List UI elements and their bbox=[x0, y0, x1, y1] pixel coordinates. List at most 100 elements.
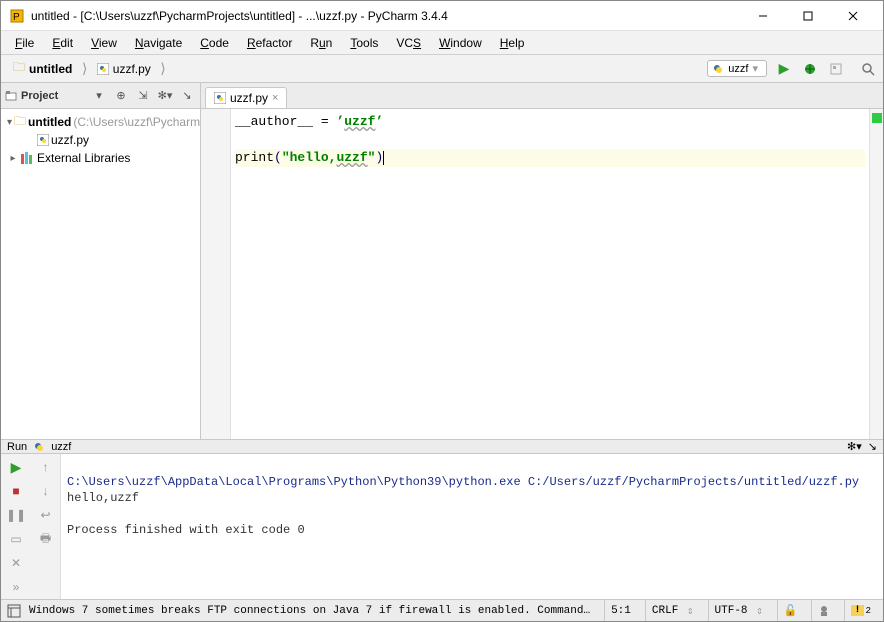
titlebar-text: untitled - [C:\Users\uzzf\PycharmProject… bbox=[31, 9, 740, 23]
collapse-all-button[interactable]: ⇲ bbox=[134, 87, 152, 105]
menu-refactor[interactable]: Refactor bbox=[239, 34, 300, 52]
hide-button[interactable]: ↘ bbox=[178, 87, 196, 105]
svg-text:P: P bbox=[13, 12, 20, 23]
run-panel-title: Run bbox=[7, 441, 27, 453]
project-tool-window: Project ▾ ⊕ ⇲ ✻▾ ↘ ▾🗀untitled (C:\Users\… bbox=[1, 83, 201, 439]
project-tree[interactable]: ▾🗀untitled (C:\Users\uzzf\Pycharm uzzf.p… bbox=[1, 109, 200, 439]
main-area: Project ▾ ⊕ ⇲ ✻▾ ↘ ▾🗀untitled (C:\Users\… bbox=[1, 83, 883, 439]
status-message: Windows 7 sometimes breaks FTP connectio… bbox=[29, 605, 596, 617]
tool-windows-button[interactable] bbox=[7, 604, 21, 618]
close-button[interactable]: ✕ bbox=[7, 554, 25, 572]
breadcrumb: 🗀 untitled uzzf.py bbox=[7, 56, 169, 81]
run-config-label: uzzf bbox=[728, 63, 748, 75]
menu-code[interactable]: Code bbox=[192, 34, 237, 52]
run-left-toolbar: ▶ ■ ❚❚ ▭ ✕ » bbox=[1, 454, 31, 600]
menu-view[interactable]: View bbox=[83, 34, 125, 52]
project-icon bbox=[5, 90, 17, 102]
console-stdout: hello,uzzf bbox=[67, 491, 139, 505]
statusbar: Windows 7 sometimes breaks FTP connectio… bbox=[1, 599, 883, 621]
python-file-icon bbox=[214, 92, 226, 104]
notifications-icon[interactable]: !2 bbox=[844, 600, 877, 621]
warning-count: 2 bbox=[866, 605, 872, 616]
up-button[interactable]: ↑ bbox=[37, 458, 55, 476]
settings-icon[interactable]: ✻▾ bbox=[847, 440, 862, 453]
menu-window[interactable]: Window bbox=[431, 34, 490, 52]
python-icon bbox=[712, 63, 724, 75]
run-body: ▶ ■ ❚❚ ▭ ✕ » ↑ ↓ ↩ 🖶 C:\Users\uzzf\AppDa… bbox=[1, 454, 883, 600]
menu-vcs[interactable]: VCS bbox=[388, 34, 429, 52]
rerun-button[interactable]: ▶ bbox=[7, 458, 25, 476]
console-command: C:\Users\uzzf\AppData\Local\Programs\Pyt… bbox=[67, 475, 859, 489]
close-button[interactable] bbox=[830, 2, 875, 30]
editor-tab[interactable]: uzzf.py × bbox=[205, 87, 287, 108]
editor-tabbar: uzzf.py × bbox=[201, 83, 883, 109]
app-icon: P bbox=[9, 8, 25, 24]
console-exit: Process finished with exit code 0 bbox=[67, 523, 305, 537]
dropdown-icon: ▾ bbox=[752, 62, 758, 75]
menu-help[interactable]: Help bbox=[492, 34, 533, 52]
settings-button[interactable]: ✻▾ bbox=[156, 87, 174, 105]
folder-icon: 🗀 bbox=[14, 112, 26, 133]
project-panel-title: Project bbox=[21, 90, 86, 102]
scroll-from-source-button[interactable]: ⊕ bbox=[112, 87, 130, 105]
menubar: File Edit View Navigate Code Refactor Ru… bbox=[1, 31, 883, 55]
caret-position[interactable]: 5:1 bbox=[604, 600, 637, 621]
tree-label: uzzf.py bbox=[51, 133, 89, 147]
run-config-dropdown[interactable]: uzzf ▾ bbox=[707, 60, 767, 77]
view-mode-dropdown[interactable]: ▾ bbox=[90, 87, 108, 105]
warning-badge: ! bbox=[851, 605, 863, 616]
hector-icon[interactable] bbox=[811, 600, 836, 621]
line-separator[interactable]: CRLF ⇕ bbox=[645, 600, 700, 621]
maximize-button[interactable] bbox=[785, 2, 830, 30]
window-controls bbox=[740, 2, 875, 30]
read-only-toggle[interactable]: 🔓 bbox=[777, 600, 804, 621]
breadcrumb-label: untitled bbox=[29, 62, 72, 76]
down-button[interactable]: ↓ bbox=[37, 482, 55, 500]
editor-gutter bbox=[201, 109, 231, 439]
debug-button[interactable] bbox=[801, 60, 819, 78]
breadcrumb-project[interactable]: 🗀 untitled bbox=[7, 56, 78, 81]
run-right-toolbar: ↑ ↓ ↩ 🖶 bbox=[31, 454, 61, 600]
libraries-icon bbox=[21, 152, 35, 164]
print-button[interactable]: 🖶 bbox=[37, 530, 55, 548]
pause-button[interactable]: ❚❚ bbox=[7, 506, 25, 524]
hide-icon[interactable]: ↘ bbox=[868, 440, 877, 453]
editor-body[interactable]: __author__ = ’uzzf’ print("hello,uzzf") bbox=[201, 109, 883, 439]
breadcrumb-sep bbox=[157, 61, 169, 77]
menu-file[interactable]: File bbox=[7, 34, 42, 52]
layout-button[interactable]: ▭ bbox=[7, 530, 25, 548]
breadcrumb-label: uzzf.py bbox=[113, 62, 151, 76]
folder-icon: 🗀 bbox=[13, 58, 25, 79]
navigation-toolbar: 🗀 untitled uzzf.py uzzf ▾ ▶ bbox=[1, 55, 883, 83]
tree-row[interactable]: ▾🗀untitled (C:\Users\uzzf\Pycharm bbox=[1, 113, 200, 131]
menu-navigate[interactable]: Navigate bbox=[127, 34, 190, 52]
menu-run[interactable]: Run bbox=[302, 34, 340, 52]
breadcrumb-file[interactable]: uzzf.py bbox=[91, 60, 157, 78]
tree-twisty[interactable]: ▸ bbox=[7, 153, 19, 164]
stop-button[interactable]: ■ bbox=[7, 482, 25, 500]
console-output[interactable]: C:\Users\uzzf\AppData\Local\Programs\Pyt… bbox=[61, 454, 883, 600]
tree-label: untitled bbox=[28, 115, 71, 129]
minimize-button[interactable] bbox=[740, 2, 785, 30]
file-encoding[interactable]: UTF-8 ⇕ bbox=[708, 600, 769, 621]
python-file-icon bbox=[37, 134, 49, 146]
tree-twisty[interactable]: ▾ bbox=[7, 117, 12, 128]
menu-tools[interactable]: Tools bbox=[342, 34, 386, 52]
coverage-button[interactable] bbox=[827, 60, 845, 78]
run-panel-header: Run uzzf ✻▾ ↘ bbox=[1, 440, 883, 454]
run-button[interactable]: ▶ bbox=[775, 60, 793, 78]
search-everywhere-button[interactable] bbox=[859, 60, 877, 78]
expand-button[interactable]: » bbox=[7, 578, 25, 596]
breadcrumb-sep bbox=[78, 61, 90, 77]
inspection-ok-marker[interactable] bbox=[872, 113, 882, 123]
code-content[interactable]: __author__ = ’uzzf’ print("hello,uzzf") bbox=[231, 109, 869, 439]
python-icon bbox=[33, 441, 45, 453]
tree-row[interactable]: uzzf.py bbox=[1, 131, 200, 149]
python-file-icon bbox=[97, 63, 109, 75]
tree-suffix: (C:\Users\uzzf\Pycharm bbox=[73, 115, 200, 129]
tab-close-button[interactable]: × bbox=[272, 92, 278, 104]
menu-edit[interactable]: Edit bbox=[44, 34, 81, 52]
titlebar: P untitled - [C:\Users\uzzf\PycharmProje… bbox=[1, 1, 883, 31]
soft-wrap-button[interactable]: ↩ bbox=[37, 506, 55, 524]
tree-row[interactable]: ▸ External Libraries bbox=[1, 149, 200, 167]
